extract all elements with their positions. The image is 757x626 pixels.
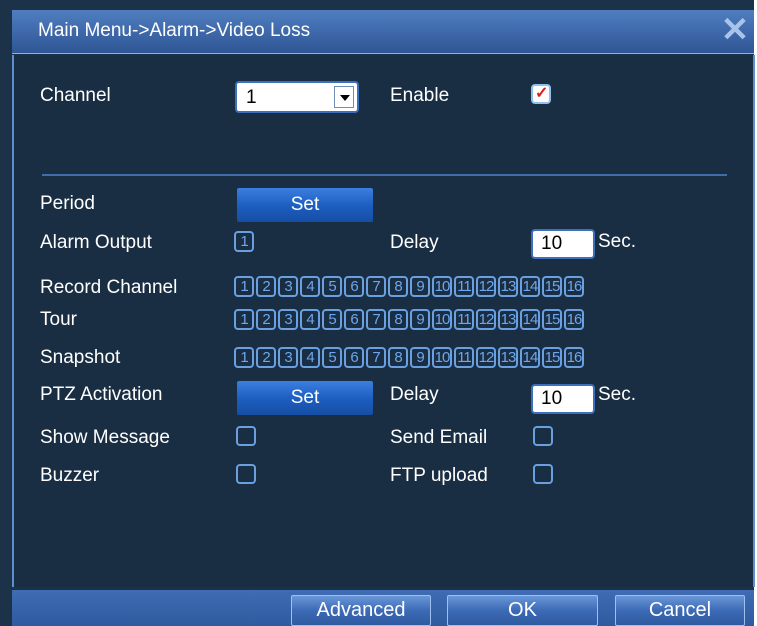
record-channel-toggle[interactable]: 5 (322, 276, 342, 297)
snapshot-toggle[interactable]: 12 (476, 347, 496, 368)
tour-toggle[interactable]: 6 (344, 309, 364, 330)
record-channel-toggle[interactable]: 4 (300, 276, 320, 297)
snapshot-toggle[interactable]: 16 (564, 347, 584, 368)
ptz-set-button[interactable]: Set (237, 381, 373, 415)
ptz-activation-label: PTZ Activation (40, 384, 163, 405)
record-channel-toggle[interactable]: 3 (278, 276, 298, 297)
show-message-label: Show Message (40, 427, 170, 448)
tour-toggle[interactable]: 15 (542, 309, 562, 330)
advanced-button[interactable]: Advanced (291, 595, 431, 626)
delay-label: Delay (390, 232, 439, 253)
enable-label: Enable (390, 85, 450, 106)
tour-toggle[interactable]: 16 (564, 309, 584, 330)
settings-panel: Channel 1 Enable Period Set Alarm Output… (12, 55, 755, 587)
record-channel-label: Record Channel (40, 277, 178, 298)
tour-toggle[interactable]: 10 (432, 309, 452, 330)
tour-toggle[interactable]: 4 (300, 309, 320, 330)
snapshot-toggle[interactable]: 13 (498, 347, 518, 368)
channel-select-value: 1 (246, 87, 257, 108)
record-channel-toggle[interactable]: 16 (564, 276, 584, 297)
tour-toggle[interactable]: 7 (366, 309, 386, 330)
buzzer-label: Buzzer (40, 465, 100, 486)
buzzer-checkbox[interactable] (236, 464, 256, 484)
snapshot-toggle[interactable]: 1 (234, 347, 254, 368)
tour-toggle[interactable]: 2 (256, 309, 276, 330)
record-channel-toggle[interactable]: 2 (256, 276, 276, 297)
delay-unit: Sec. (598, 231, 637, 252)
delay-input-2[interactable] (531, 384, 595, 414)
channel-select[interactable]: 1 (235, 81, 359, 113)
tour-toggle[interactable]: 5 (322, 309, 342, 330)
delay-input[interactable] (531, 229, 595, 259)
snapshot-toggle[interactable]: 11 (454, 347, 474, 368)
snapshot-toggle[interactable]: 3 (278, 347, 298, 368)
record-channel-toggle[interactable]: 7 (366, 276, 386, 297)
snapshot-toggle[interactable]: 5 (322, 347, 342, 368)
alarm-output-channels: 1 (234, 231, 254, 252)
record-channel-toggle[interactable]: 6 (344, 276, 364, 297)
snapshot-toggle[interactable]: 2 (256, 347, 276, 368)
record-channel-boxes: 1 2 3 4 5 6 7 8 9 10 11 12 13 14 15 16 (234, 276, 584, 297)
alarm-output-label: Alarm Output (40, 232, 152, 253)
send-email-label: Send Email (390, 427, 488, 448)
period-label: Period (40, 193, 95, 214)
record-channel-toggle[interactable]: 9 (410, 276, 430, 297)
record-channel-toggle[interactable]: 13 (498, 276, 518, 297)
snapshot-toggle[interactable]: 15 (542, 347, 562, 368)
ok-button[interactable]: OK (447, 595, 598, 626)
snapshot-toggle[interactable]: 10 (432, 347, 452, 368)
section-divider (42, 174, 727, 176)
tour-toggle[interactable]: 9 (410, 309, 430, 330)
tour-toggle[interactable]: 1 (234, 309, 254, 330)
enable-checkbox[interactable] (531, 83, 551, 104)
record-channel-toggle[interactable]: 11 (454, 276, 474, 297)
ftp-upload-checkbox[interactable] (533, 464, 553, 484)
title-bar: Main Menu->Alarm->Video Loss ✕ (12, 10, 754, 54)
record-channel-toggle[interactable]: 14 (520, 276, 540, 297)
close-icon[interactable]: ✕ (720, 13, 750, 47)
chevron-down-icon[interactable] (334, 86, 354, 108)
footer-bar: Advanced OK Cancel (12, 590, 754, 626)
send-email-checkbox[interactable] (533, 426, 553, 446)
snapshot-boxes: 1 2 3 4 5 6 7 8 9 10 11 12 13 14 15 16 (234, 347, 584, 368)
channel-toggle[interactable]: 1 (234, 231, 254, 252)
record-channel-toggle[interactable]: 15 (542, 276, 562, 297)
delay-label-2: Delay (390, 384, 439, 405)
tour-toggle[interactable]: 12 (476, 309, 496, 330)
snapshot-toggle[interactable]: 6 (344, 347, 364, 368)
tour-toggle[interactable]: 11 (454, 309, 474, 330)
record-channel-toggle[interactable]: 8 (388, 276, 408, 297)
window-title: Main Menu->Alarm->Video Loss (38, 20, 311, 41)
record-channel-toggle[interactable]: 10 (432, 276, 452, 297)
snapshot-toggle[interactable]: 14 (520, 347, 540, 368)
tour-toggle[interactable]: 14 (520, 309, 540, 330)
record-channel-toggle[interactable]: 12 (476, 276, 496, 297)
video-loss-dialog: Main Menu->Alarm->Video Loss ✕ Channel 1… (0, 0, 755, 626)
snapshot-toggle[interactable]: 7 (366, 347, 386, 368)
tour-label: Tour (40, 309, 77, 330)
tour-toggle[interactable]: 3 (278, 309, 298, 330)
snapshot-toggle[interactable]: 9 (410, 347, 430, 368)
ftp-upload-label: FTP upload (390, 465, 488, 486)
snapshot-toggle[interactable]: 4 (300, 347, 320, 368)
record-channel-toggle[interactable]: 1 (234, 276, 254, 297)
channel-label: Channel (40, 85, 111, 106)
snapshot-toggle[interactable]: 8 (388, 347, 408, 368)
tour-toggle[interactable]: 13 (498, 309, 518, 330)
delay-unit-2: Sec. (598, 384, 637, 405)
cancel-button[interactable]: Cancel (615, 595, 745, 626)
period-set-button[interactable]: Set (237, 188, 373, 222)
show-message-checkbox[interactable] (236, 426, 256, 446)
snapshot-label: Snapshot (40, 347, 121, 368)
tour-toggle[interactable]: 8 (388, 309, 408, 330)
tour-boxes: 1 2 3 4 5 6 7 8 9 10 11 12 13 14 15 16 (234, 309, 584, 330)
